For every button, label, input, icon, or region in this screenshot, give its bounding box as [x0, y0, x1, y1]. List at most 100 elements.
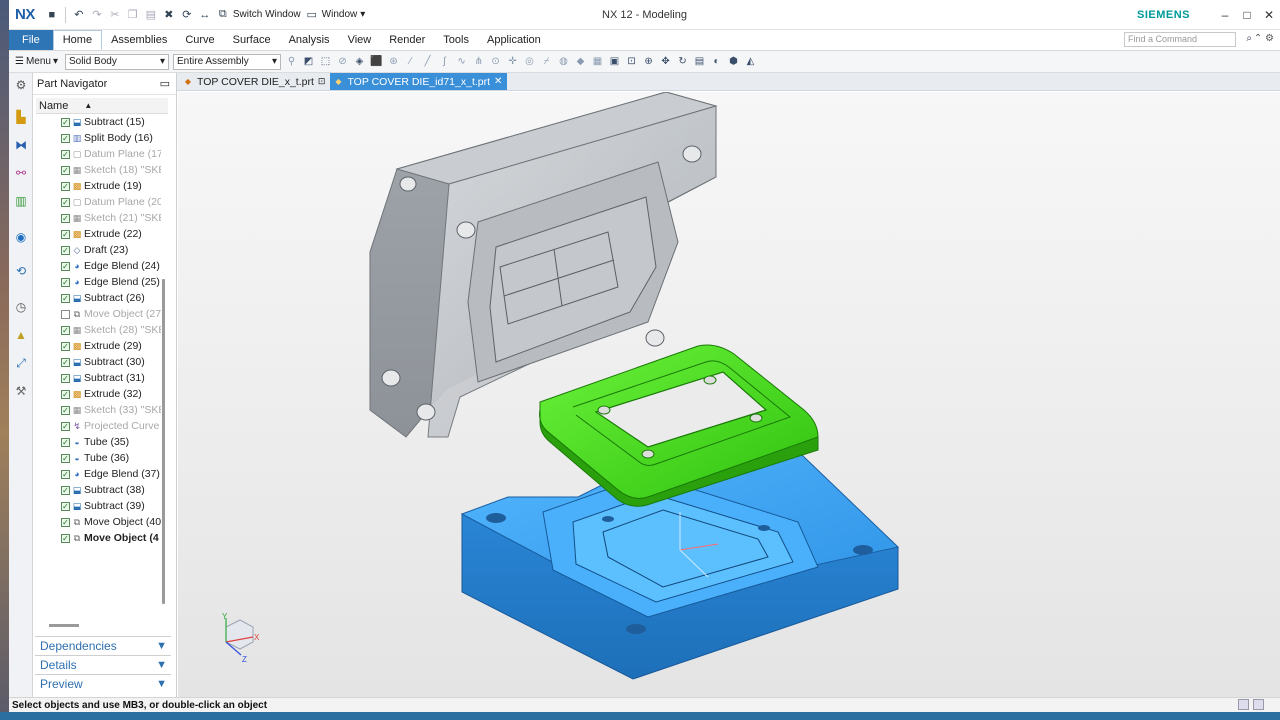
visibility-checkbox[interactable]: ✓ [61, 405, 70, 415]
select-bodies-icon[interactable]: ⬚ [319, 56, 332, 67]
web-browser-icon[interactable]: ◉ [13, 229, 29, 245]
model-view[interactable]: Y X Z [178, 92, 1280, 697]
existing-point-icon[interactable]: ◆ [574, 56, 587, 67]
minimize-button[interactable]: – [1214, 8, 1236, 22]
constraint-navigator-icon[interactable]: ⚯ [13, 165, 29, 181]
part-navigator-icon[interactable]: ▙ [13, 109, 29, 125]
tree-scrollbar[interactable] [161, 114, 167, 604]
tab-curve[interactable]: Curve [176, 30, 223, 50]
doc-tab-top-cover-die[interactable]: ◆ TOP COVER DIE_x_t.prt ⊡ [180, 73, 330, 90]
tree-item[interactable]: ✓ ▦ Sketch (33) "SKE [33, 402, 161, 418]
gear-icon[interactable]: ⚙ [13, 77, 29, 93]
cut-icon[interactable]: ✂ [108, 8, 122, 22]
visibility-checkbox[interactable]: ✓ [61, 453, 70, 463]
tab-tools[interactable]: Tools [434, 30, 478, 50]
tree-item[interactable]: ✓ ◕ Edge Blend (24) [33, 258, 161, 274]
visibility-checkbox[interactable]: ✓ [61, 485, 70, 495]
column-header-name[interactable]: Name ▲ [36, 98, 168, 114]
rotate-icon[interactable]: ↻ [676, 56, 689, 67]
tree-item[interactable]: ✓ ▩ Extrude (22) [33, 226, 161, 242]
tree-item[interactable]: ✓ ▩ Extrude (19) [33, 178, 161, 194]
select-features-icon[interactable]: ◩ [302, 56, 315, 67]
find-command-input[interactable]: Find a Command [1124, 32, 1236, 47]
assembly-navigator-icon[interactable]: ⧓ [13, 137, 29, 153]
horizontal-scrollbar[interactable] [49, 624, 79, 627]
tree-item[interactable]: ✓ ▢ Datum Plane (17 [33, 146, 161, 162]
type-filter-select[interactable]: Solid Body ▾ [65, 53, 170, 70]
view-cube-icon[interactable]: ⬛ [370, 56, 383, 67]
tab-view[interactable]: View [339, 30, 381, 50]
tab-analysis[interactable]: Analysis [280, 30, 339, 50]
menu-button[interactable]: ☰ Menu ▾ [12, 56, 61, 67]
visibility-checkbox[interactable]: ✓ [61, 421, 70, 431]
section-preview[interactable]: Preview ▼ [35, 674, 171, 693]
scrollbar-thumb[interactable] [162, 279, 165, 604]
touch-mode-icon[interactable]: ↔ [198, 8, 212, 22]
tree-item[interactable]: ✓ ⬓ Subtract (31) [33, 370, 161, 386]
tree-item[interactable]: ✓ ◇ Draft (23) [33, 242, 161, 258]
visibility-checkbox[interactable]: ✓ [61, 373, 70, 383]
deselect-icon[interactable]: ⊘ [336, 56, 349, 67]
visibility-checkbox[interactable]: ✓ [61, 165, 70, 175]
visibility-checkbox[interactable]: ✓ [61, 181, 70, 191]
clock-icon[interactable]: ◷ [13, 299, 29, 315]
tree-item[interactable]: ✓ ⧉ Move Object (4 [33, 530, 161, 546]
spline-icon[interactable]: ∿ [455, 56, 468, 67]
tab-application[interactable]: Application [478, 30, 550, 50]
maximize-panel-icon[interactable]: ▭ [160, 77, 170, 90]
mid-point-icon[interactable]: ⋔ [472, 56, 485, 67]
tab-assemblies[interactable]: Assemblies [102, 30, 176, 50]
section-details[interactable]: Details ▼ [35, 655, 171, 674]
repeat-command-icon[interactable]: ⟳ [180, 8, 194, 22]
end-point-icon[interactable]: ⁄ [404, 56, 417, 67]
visibility-checkbox[interactable]: ✓ [61, 389, 70, 399]
point-on-curve-icon[interactable]: ⌿ [540, 56, 553, 67]
layer-icon[interactable]: ▤ [693, 56, 706, 67]
tree-item[interactable]: ✓ ⬓ Subtract (38) [33, 482, 161, 498]
window-layout-icon[interactable] [1253, 699, 1264, 710]
system-scenes-icon[interactable]: ⚒ [13, 383, 29, 399]
tab-surface[interactable]: Surface [224, 30, 280, 50]
show-hide-icon[interactable]: ◭ [744, 56, 757, 67]
visibility-checkbox[interactable] [61, 309, 70, 319]
tree-item[interactable]: ✓ ↯ Projected Curve [33, 418, 161, 434]
undo-icon[interactable]: ↶ [72, 8, 86, 22]
visibility-checkbox[interactable]: ✓ [61, 277, 70, 287]
close-icon[interactable]: ✕ [494, 76, 502, 87]
tree-item[interactable]: ✓ ⬓ Subtract (30) [33, 354, 161, 370]
visibility-checkbox[interactable]: ✓ [61, 133, 70, 143]
visibility-checkbox[interactable]: ✓ [61, 325, 70, 335]
visibility-checkbox[interactable]: ✓ [61, 501, 70, 511]
arc-center-icon[interactable]: ◎ [523, 56, 536, 67]
section-dependencies[interactable]: Dependencies ▼ [35, 636, 171, 655]
doc-tab-top-cover-die-id71[interactable]: ◆ TOP COVER DIE_id71_x_t.prt ✕ [330, 73, 508, 90]
tree-item[interactable]: ✓ ⬓ Subtract (26) [33, 290, 161, 306]
tree-item[interactable]: ✓ ◕ Edge Blend (37) [33, 466, 161, 482]
scope-filter-select[interactable]: Entire Assembly ▾ [173, 53, 282, 70]
full-screen-icon[interactable] [1238, 699, 1249, 710]
point-on-face-icon[interactable]: ◍ [557, 56, 570, 67]
switch-window-button[interactable]: ⧉ Switch Window [216, 8, 301, 22]
visibility-checkbox[interactable]: ✓ [61, 229, 70, 239]
reuse-library-icon[interactable]: ▥ [13, 193, 29, 209]
tree-item[interactable]: ✓ ▦ Sketch (28) "SKE [33, 322, 161, 338]
visibility-checkbox[interactable]: ✓ [61, 261, 70, 271]
snap-icon[interactable]: ⊛ [387, 56, 400, 67]
redo-icon[interactable]: ↷ [90, 8, 104, 22]
visibility-checkbox[interactable]: ✓ [61, 437, 70, 447]
visibility-checkbox[interactable]: ✓ [61, 533, 70, 543]
paste-icon[interactable]: ▤ [144, 8, 158, 22]
bounded-grid-icon[interactable]: ▦ [591, 56, 604, 67]
tab-file[interactable]: File [9, 30, 53, 50]
tree-item[interactable]: ✓ ⬓ Subtract (15) [33, 114, 161, 130]
visibility-checkbox[interactable]: ✓ [61, 341, 70, 351]
visibility-checkbox[interactable]: ✓ [61, 293, 70, 303]
render-style-icon[interactable]: ◐ [710, 56, 723, 67]
intersection-icon[interactable]: ✛ [506, 56, 519, 67]
delete-icon[interactable]: ✖ [162, 8, 176, 22]
window-menu-button[interactable]: ▭ Window ▾ [305, 8, 365, 22]
tree-item[interactable]: ✓ ◕ Edge Blend (25) [33, 274, 161, 290]
tree-item[interactable]: ✓ ▥ Split Body (16) [33, 130, 161, 146]
maximize-button[interactable]: □ [1236, 8, 1258, 22]
tree-item[interactable]: ✓ ◒ Tube (36) [33, 450, 161, 466]
